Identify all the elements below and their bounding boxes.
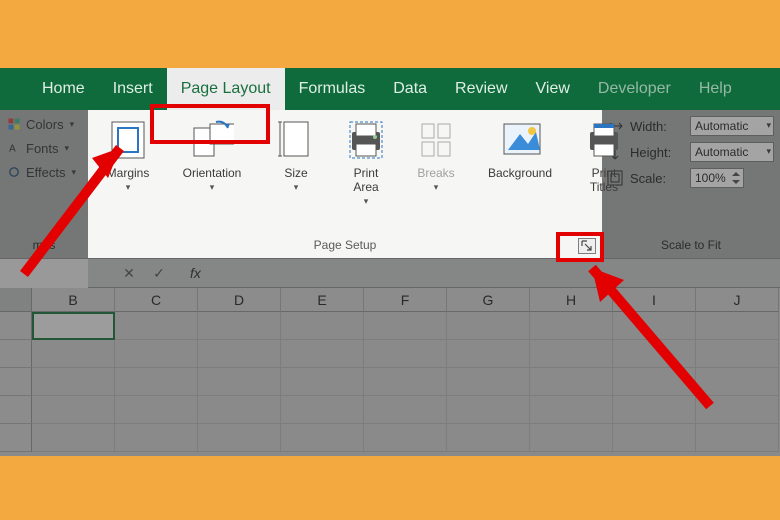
- print-area-icon: [344, 118, 388, 162]
- column-header[interactable]: H: [530, 288, 613, 312]
- dropdown-icon: ▾: [107, 180, 150, 194]
- tab-page-layout[interactable]: Page Layout: [167, 68, 285, 110]
- fx-icon[interactable]: fx: [190, 265, 201, 281]
- orientation-icon: [190, 118, 234, 162]
- column-header[interactable]: B: [32, 288, 115, 312]
- dropdown-icon: ▾: [766, 120, 771, 131]
- dropdown-icon: ▾: [72, 167, 77, 178]
- dropdown-icon: ▾: [65, 143, 70, 154]
- column-header[interactable]: J: [696, 288, 779, 312]
- dropdown-icon: ▾: [417, 180, 454, 194]
- margins-button[interactable]: Margins▾: [100, 118, 156, 218]
- column-header[interactable]: F: [364, 288, 447, 312]
- print-area-button[interactable]: Print Area▾: [338, 118, 394, 218]
- enter-icon[interactable]: ✓: [150, 265, 168, 282]
- background-icon: [498, 118, 542, 162]
- orientation-button[interactable]: Orientation▾: [170, 118, 254, 218]
- tab-formulas[interactable]: Formulas: [285, 68, 380, 110]
- tab-home[interactable]: Home: [28, 68, 99, 110]
- themes-group-label: mes: [0, 238, 88, 252]
- dropdown-icon: ▾: [284, 180, 307, 194]
- themes-colors-button[interactable]: Colors▾: [6, 116, 74, 132]
- colors-icon: [8, 118, 19, 129]
- dropdown-icon: ▾: [353, 194, 378, 208]
- page-setup-dialog-launcher[interactable]: [578, 238, 596, 254]
- effects-icon: [8, 166, 19, 177]
- dropdown-icon: ▾: [70, 119, 75, 130]
- print-titles-icon: [582, 118, 626, 162]
- tab-help[interactable]: Help: [685, 68, 746, 110]
- spinner-buttons[interactable]: [731, 170, 741, 186]
- worksheet-grid[interactable]: [0, 312, 780, 456]
- column-header[interactable]: C: [115, 288, 198, 312]
- size-icon: [274, 118, 318, 162]
- tab-review[interactable]: Review: [441, 68, 521, 110]
- width-label: Width:: [630, 119, 684, 134]
- active-cell[interactable]: [32, 312, 115, 340]
- dropdown-icon: ▾: [766, 146, 771, 157]
- column-header[interactable]: E: [281, 288, 364, 312]
- breaks-icon: [414, 118, 458, 162]
- size-button[interactable]: Size▾: [268, 118, 324, 218]
- scale-label: Scale:: [630, 171, 684, 186]
- tab-data[interactable]: Data: [379, 68, 441, 110]
- dialog-launcher-icon: [581, 240, 593, 252]
- height-label: Height:: [630, 145, 684, 160]
- dropdown-icon: ▾: [183, 180, 242, 194]
- breaks-button[interactable]: Breaks▾: [408, 118, 464, 218]
- margins-icon: [106, 118, 150, 162]
- themes-group: Colors▾ A Fonts▾ Effects▾ mes: [0, 110, 88, 258]
- column-header[interactable]: I: [613, 288, 696, 312]
- page-setup-group: Margins▾ Orientation▾ Size▾: [88, 110, 602, 258]
- name-box[interactable]: [0, 259, 88, 289]
- background-button[interactable]: Background: [478, 118, 562, 218]
- scale-group-label: Scale to Fit: [602, 238, 780, 252]
- print-titles-button[interactable]: Print Titles: [576, 118, 632, 218]
- height-combo[interactable]: Automatic▾: [690, 142, 774, 162]
- page-setup-group-label: Page Setup: [88, 238, 602, 252]
- cancel-icon[interactable]: ✕: [120, 265, 138, 282]
- fonts-icon: A: [8, 142, 19, 153]
- column-header-row: B C D E F G H I J: [0, 288, 780, 312]
- svg-text:A: A: [9, 144, 16, 154]
- scale-spinner[interactable]: 100%: [690, 168, 744, 188]
- formula-bar: ✕ ✓ fx: [0, 258, 780, 288]
- tab-developer[interactable]: Developer: [584, 68, 685, 110]
- themes-effects-button[interactable]: Effects▾: [6, 164, 76, 180]
- column-header[interactable]: G: [447, 288, 530, 312]
- tab-insert[interactable]: Insert: [99, 68, 167, 110]
- tab-view[interactable]: View: [522, 68, 584, 110]
- column-header[interactable]: D: [198, 288, 281, 312]
- themes-fonts-button[interactable]: A Fonts▾: [6, 140, 69, 156]
- select-all-button[interactable]: [0, 288, 32, 312]
- width-combo[interactable]: Automatic▾: [690, 116, 774, 136]
- ribbon-tab-bar: Home Insert Page Layout Formulas Data Re…: [0, 68, 780, 110]
